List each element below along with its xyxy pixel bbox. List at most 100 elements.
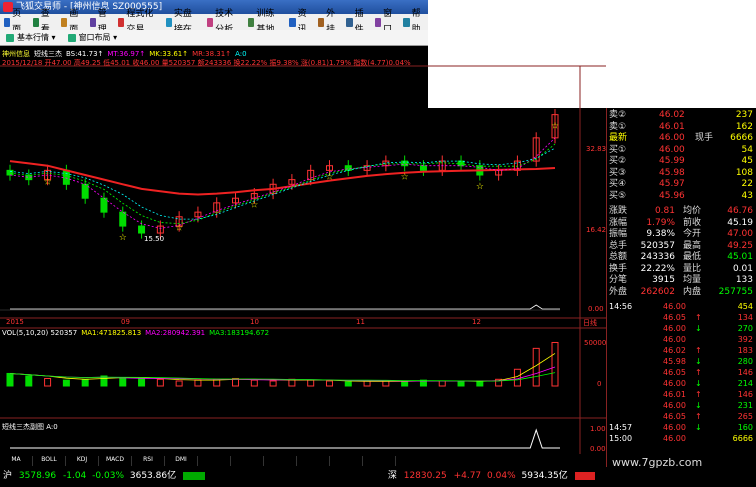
book-label: 最新 (609, 133, 628, 143)
indicator-tab[interactable] (264, 456, 297, 466)
book-volume: 54 (741, 144, 753, 155)
indicator-value: MR:38.31↑ (192, 50, 232, 58)
book-volume: 108 (735, 167, 753, 178)
tick-price: 46.00 (663, 302, 686, 311)
order-book-row: 买① 46.00 54 (607, 145, 756, 155)
kline-chart[interactable]: ☆ ☆ ☆ ☆ ☆ ☆ ☆ ☆ (0, 46, 606, 454)
tick-arrow: ↓ (695, 324, 702, 333)
sh-index: 3578.96 (18, 471, 57, 481)
status-bar: 沪 3578.96 -1.04 -0.03% 3653.86亿 深 12830.… (0, 466, 606, 487)
menu-icon (61, 17, 68, 27)
toolbar-dropdown[interactable]: 基本行情 ▾ (0, 30, 62, 45)
tick-volume: 183 (737, 346, 753, 355)
book-label: 买① (609, 144, 627, 155)
menu-item[interactable]: 程式化交易 (114, 9, 162, 35)
sz-amount: 5934.35亿 (521, 471, 568, 481)
indicator-tab[interactable]: MA (0, 456, 33, 466)
tick-row: 15:00 46.00 6666 (607, 434, 756, 444)
tick-row: 14:56 46.00 454 (607, 302, 756, 312)
book-label: 买③ (609, 167, 627, 178)
stat-row: 外盘 262602 内盘 257755 (607, 287, 756, 297)
menu-icon (206, 17, 214, 27)
book-price: 45.99 (659, 156, 685, 166)
volume-bar (194, 379, 202, 387)
indicator-tab[interactable]: BOLL (33, 456, 66, 466)
sh-change: -1.04 (62, 471, 87, 481)
tick-price: 46.02 (663, 346, 686, 355)
layout-icon (67, 33, 76, 42)
menu-item[interactable]: 实盘接在 (162, 9, 203, 35)
stat-value: 0.81 (654, 206, 675, 216)
indicator-tab[interactable] (198, 456, 231, 466)
month-label: 10 (250, 318, 259, 326)
stat-label: 换手 (609, 263, 628, 274)
indicator-tab[interactable]: DMI (165, 456, 198, 466)
menu-item[interactable]: 资讯 (285, 9, 314, 35)
stat-value: 243336 (640, 252, 675, 262)
tick-time: 14:57 (609, 423, 633, 432)
tick-row: 14:57 46.00 ↓ 160 (607, 423, 756, 433)
month-label: 09 (121, 318, 130, 326)
stat-value: 49.25 (727, 240, 753, 251)
indicator-tab[interactable]: MACD (99, 456, 132, 466)
menu-item[interactable]: 查看 (29, 9, 58, 35)
stat-label: 分笔 (609, 275, 628, 285)
tick-row: 46.05 ↑ 134 (607, 313, 756, 323)
menu-icon (4, 17, 11, 27)
stat-value: 46.76 (727, 206, 753, 216)
menu-item[interactable]: 页面 (0, 9, 29, 35)
tick-volume: 146 (737, 368, 753, 377)
tick-row: 46.05 ↑ 146 (607, 368, 756, 378)
sz-index: 12830.25 (403, 471, 447, 481)
tick-volume: 270 (737, 324, 753, 333)
stat-label: 总额 (609, 252, 628, 262)
book-label: 卖② (609, 110, 627, 120)
tick-time: 15:00 (609, 434, 633, 443)
tick-price: 45.98 (663, 357, 686, 366)
menu-item[interactable]: 画面 (57, 9, 86, 35)
menu-item[interactable]: 窗口 (371, 9, 400, 35)
indicator-tab[interactable] (297, 456, 330, 466)
tick-row: 46.00 ↓ 214 (607, 379, 756, 389)
volume-bar (175, 380, 183, 387)
book-price: 46.02 (659, 110, 685, 120)
tick-volume: 134 (737, 313, 753, 322)
tick-arrow: ↓ (695, 357, 702, 366)
indicator-tab[interactable]: KDJ (66, 456, 99, 466)
tick-row: 46.05 ↑ 265 (607, 412, 756, 422)
volume-bar (438, 380, 446, 387)
quote-panel: 卖② 46.02 237 卖① 46.01 162 最新 46.00 现手 6666 买① 46.00… (606, 108, 756, 467)
menu-item[interactable]: 技术分析 (203, 9, 244, 35)
volume-bar (6, 372, 14, 387)
indicator-tab[interactable]: RSI (132, 456, 165, 466)
indicator-value: MT:36.97↑ (107, 50, 146, 58)
volume-bar (25, 375, 33, 387)
stat-label: 最低 (683, 252, 702, 262)
indicator-tab[interactable] (363, 456, 396, 466)
stock-name: 神州信息 (2, 50, 30, 58)
signal-star-icon: ☆ (551, 122, 559, 132)
sz-pct: 0.04% (487, 471, 516, 481)
month-label: 11 (356, 318, 365, 326)
toolbar-dropdown[interactable]: 窗口布局 ▾ (62, 30, 124, 45)
menu-item[interactable]: 插件 (342, 9, 371, 35)
sz-volume-bar (574, 471, 595, 480)
menu-item[interactable]: 帮助 (399, 9, 428, 35)
stat-label: 量比 (683, 263, 702, 274)
menu-icon (165, 17, 172, 27)
layout-icon (6, 33, 14, 42)
indicator-tab[interactable] (330, 456, 363, 466)
menu-item[interactable]: 外挂 (314, 9, 343, 35)
menu-item[interactable]: 管理 (86, 9, 115, 35)
tick-volume: 280 (737, 357, 753, 366)
stat-value: 9.38% (646, 229, 675, 239)
period-label[interactable]: 日线 (583, 318, 597, 328)
indicator-tab[interactable] (231, 456, 264, 466)
tick-arrow: ↑ (695, 412, 702, 421)
menu-item[interactable]: 训练基地 (244, 9, 285, 35)
tick-arrow: ↑ (695, 390, 702, 399)
book-label: 买② (609, 156, 627, 166)
order-book-row: 买⑤ 45.96 43 (607, 191, 756, 201)
book-label: 买④ (609, 179, 627, 189)
book-price: 45.98 (659, 167, 685, 178)
